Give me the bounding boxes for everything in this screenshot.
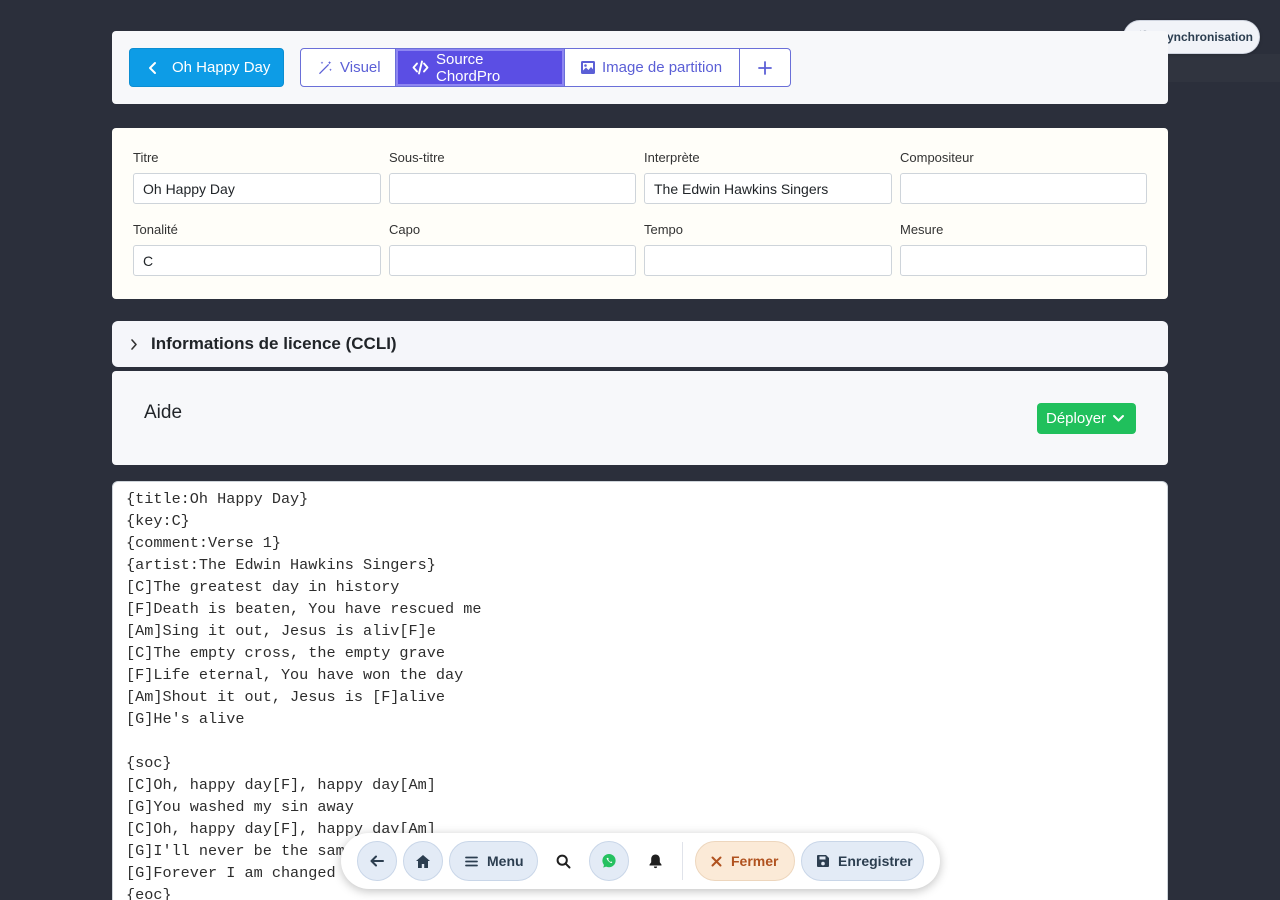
field-tempo: Tempo [644,222,892,276]
tab-visuel[interactable]: Visuel [301,49,396,86]
nav-search-button[interactable] [543,841,583,881]
chevron-right-icon [130,338,138,351]
close-icon [711,856,722,867]
key-label: Tonalité [133,222,178,237]
whatsapp-icon [601,853,617,869]
nav-back-button[interactable] [357,841,397,881]
subtitle-input[interactable] [389,173,636,204]
field-title: Titre Oh Happy Day [133,150,381,204]
chevron-down-icon [1112,414,1125,423]
field-subtitle: Sous-titre [389,150,636,204]
key-input[interactable]: C [133,245,381,276]
nav-notifications-button[interactable] [635,841,675,881]
field-composer: Compositeur [900,150,1147,204]
nav-divider [682,842,683,880]
time-signature-input[interactable] [900,245,1147,276]
arrow-left-icon [370,855,384,867]
help-title: Aide [144,402,183,423]
artist-input[interactable]: The Edwin Hawkins Singers [644,173,892,204]
back-button-label: Oh Happy Day [172,59,271,76]
field-key: Tonalité C [133,222,381,276]
nav-menu-button[interactable]: Menu [449,841,538,881]
close-label: Fermer [731,853,779,869]
back-to-song-button[interactable]: Oh Happy Day [129,48,284,87]
artist-label: Interprète [644,150,700,165]
view-tabs: Visuel Source ChordPro Image de partitio… [300,48,791,87]
add-view-button[interactable] [740,49,790,86]
capo-label: Capo [389,222,421,237]
nav-whatsapp-button[interactable] [589,841,629,881]
title-label: Titre [133,150,159,165]
tab-source-chordpro[interactable]: Source ChordPro [396,49,565,86]
search-icon [556,854,571,869]
magic-wand-icon [317,60,333,76]
composer-label: Compositeur [900,150,974,165]
bars-icon [465,856,478,867]
field-capo: Capo [389,222,636,276]
tempo-label: Tempo [644,222,684,237]
save-label: Enregistrer [838,853,913,869]
tab-image-partition[interactable]: Image de partition [565,49,740,86]
capo-input[interactable] [389,245,636,276]
tab-source-label: Source ChordPro [436,50,501,85]
tab-visuel-label: Visuel [340,59,381,76]
help-panel: Aide Déployer [112,371,1168,465]
menu-label: Menu [487,853,524,869]
nav-home-button[interactable] [403,841,443,881]
deploy-label: Déployer [1046,410,1107,427]
sync-label: Synchronisation [1159,30,1254,44]
deploy-help-button[interactable]: Déployer [1037,403,1136,434]
tempo-input[interactable] [644,245,892,276]
code-icon [412,60,429,75]
sync-backdrop [1168,54,1280,82]
license-section-toggle[interactable]: Informations de licence (CCLI) [112,321,1168,367]
bell-icon [649,854,662,869]
license-title: Informations de licence (CCLI) [151,334,397,353]
chevron-left-icon [148,61,158,75]
nav-save-button[interactable]: Enregistrer [801,841,924,881]
time-signature-label: Mesure [900,222,944,237]
editor-toolbar: Oh Happy Day Visuel Source ChordPro Imag… [112,31,1168,104]
image-icon [581,61,595,74]
bottom-navigation-bar: Menu Fermer Enregistrer [341,833,940,889]
save-icon [817,855,829,867]
subtitle-label: Sous-titre [389,150,445,165]
plus-icon [758,60,772,75]
tab-image-label: Image de partition [602,59,723,76]
title-input[interactable]: Oh Happy Day [133,173,381,204]
nav-close-button[interactable]: Fermer [695,841,795,881]
field-time-signature: Mesure [900,222,1147,276]
song-metadata-form: Titre Oh Happy Day Sous-titre Interprète… [112,128,1168,299]
field-artist: Interprète The Edwin Hawkins Singers [644,150,892,204]
home-icon [416,854,430,868]
composer-input[interactable] [900,173,1147,204]
